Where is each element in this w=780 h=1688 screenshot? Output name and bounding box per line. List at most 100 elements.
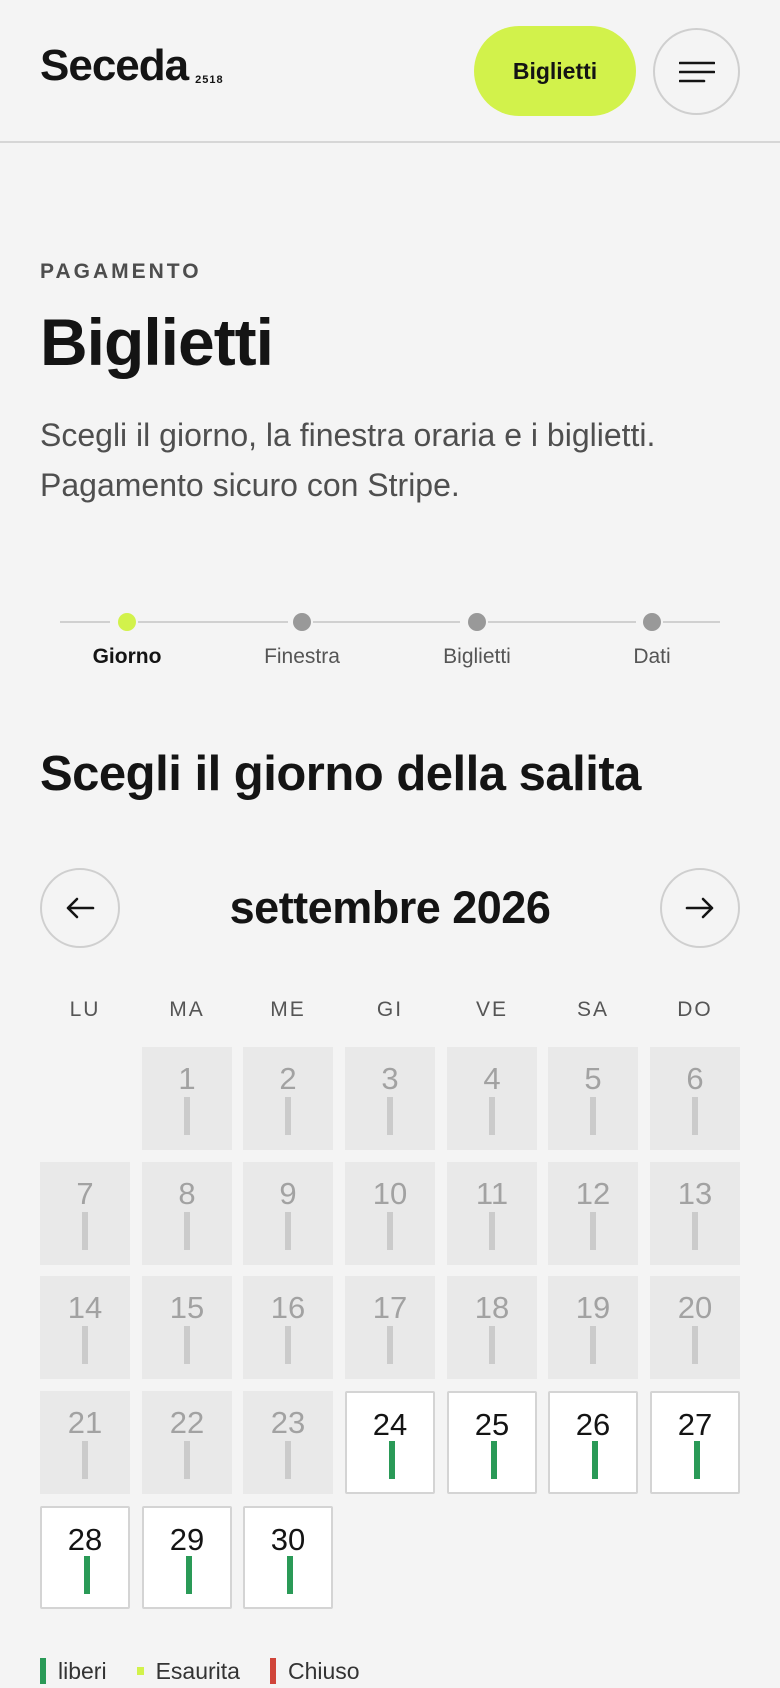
calendar-day-disabled: 8 — [142, 1162, 232, 1265]
calendar-day-disabled: 20 — [650, 1276, 740, 1379]
logo-text: Seceda — [40, 41, 189, 90]
day-number: 13 — [677, 1176, 713, 1211]
calendar-day-disabled: 7 — [40, 1162, 130, 1265]
calendar-grid: 1 2 3 4 5 6 7 8 9 10 11 12 13 14 15 16 17 18 19 20 21 22 23 24 2… — [40, 1047, 740, 1609]
weekday-label: LU — [69, 998, 101, 1021]
day-number: 12 — [575, 1176, 611, 1211]
legend-swatch-free — [40, 1658, 46, 1684]
availability-indicator — [285, 1326, 291, 1364]
day-number: 29 — [169, 1522, 205, 1557]
availability-indicator — [387, 1212, 393, 1250]
next-month-button[interactable] — [660, 868, 740, 948]
weekday-header: LU MA ME GI VE SA DO — [40, 998, 740, 1028]
calendar-day-disabled: 14 — [40, 1276, 130, 1379]
availability-indicator — [184, 1212, 190, 1250]
availability-indicator — [285, 1441, 291, 1479]
weekday-label: VE — [475, 998, 508, 1021]
calendar-day-disabled: 5 — [548, 1047, 638, 1150]
availability-indicator — [82, 1212, 88, 1250]
day-number: 3 — [381, 1061, 399, 1096]
arrow-right-icon — [685, 897, 714, 919]
weekday-label: ME — [270, 998, 306, 1021]
availability-indicator — [285, 1212, 291, 1250]
day-number: 10 — [372, 1176, 408, 1211]
availability-indicator — [590, 1212, 596, 1250]
availability-indicator — [285, 1097, 291, 1135]
calendar-day-available[interactable]: 24 — [345, 1391, 435, 1494]
weekday-label: GI — [376, 998, 404, 1021]
calendar-day-disabled: 15 — [142, 1276, 232, 1379]
availability-indicator — [692, 1097, 698, 1135]
calendar-day-disabled: 17 — [345, 1276, 435, 1379]
calendar-day-disabled: 16 — [243, 1276, 333, 1379]
calendar-day-disabled: 22 — [142, 1391, 232, 1494]
day-number: 23 — [270, 1405, 306, 1440]
page-subtitle: Scegli il giorno, la finestra oraria e i… — [40, 417, 656, 503]
calendar-day-disabled: 23 — [243, 1391, 333, 1494]
calendar-day-available[interactable]: 30 — [243, 1506, 333, 1609]
booking-stepper: Giorno Finestra Biglietti Dati — [60, 596, 720, 676]
step-dati[interactable]: Dati — [567, 596, 737, 669]
availability-indicator — [694, 1441, 700, 1479]
availability-indicator — [590, 1326, 596, 1364]
calendar-day-disabled: 4 — [447, 1047, 537, 1150]
day-number: 4 — [483, 1061, 501, 1096]
availability-indicator — [184, 1097, 190, 1135]
day-number: 14 — [67, 1290, 103, 1325]
calendar-day-disabled: 1 — [142, 1047, 232, 1150]
logo[interactable]: Seceda 2518 — [40, 44, 224, 88]
calendar-day-disabled: 13 — [650, 1162, 740, 1265]
availability-indicator — [489, 1326, 495, 1364]
step-giorno[interactable]: Giorno — [42, 596, 212, 669]
calendar-day-available[interactable]: 29 — [142, 1506, 232, 1609]
menu-button[interactable] — [653, 28, 740, 115]
day-number: 5 — [584, 1061, 602, 1096]
day-number: 6 — [686, 1061, 704, 1096]
day-number: 8 — [178, 1176, 196, 1211]
weekday-label: MA — [169, 998, 205, 1021]
legend-label: liberi — [58, 1657, 107, 1684]
previous-month-button[interactable] — [40, 868, 120, 948]
calendar-day-disabled: 18 — [447, 1276, 537, 1379]
page-title: Biglietti — [40, 305, 274, 379]
tickets-button[interactable]: Biglietti — [474, 26, 636, 116]
day-number: 18 — [474, 1290, 510, 1325]
day-number: 27 — [677, 1407, 713, 1442]
step-biglietti[interactable]: Biglietti — [392, 596, 562, 669]
availability-indicator — [387, 1326, 393, 1364]
day-number: 22 — [169, 1405, 205, 1440]
arrow-left-icon — [66, 897, 95, 919]
hamburger-menu-icon — [678, 61, 715, 82]
day-number: 20 — [677, 1290, 713, 1325]
step-finestra[interactable]: Finestra — [217, 596, 387, 669]
day-number: 30 — [270, 1522, 306, 1557]
calendar-day-available[interactable]: 25 — [447, 1391, 537, 1494]
calendar-section-title: Scegli il giorno della salita — [40, 747, 641, 801]
day-number: 25 — [474, 1407, 510, 1442]
legend-label: Esaurita — [155, 1657, 240, 1684]
weekday-label: DO — [677, 998, 713, 1021]
day-number: 9 — [279, 1176, 297, 1211]
day-number: 26 — [575, 1407, 611, 1442]
availability-indicator — [184, 1326, 190, 1364]
day-number: 24 — [372, 1407, 408, 1442]
availability-indicator — [491, 1441, 497, 1479]
step-label: Biglietti — [443, 645, 511, 668]
month-label: settembre 2026 — [229, 882, 551, 933]
legend-item-free: liberi — [40, 1658, 107, 1685]
day-number: 7 — [76, 1176, 94, 1211]
step-label: Giorno — [92, 645, 162, 668]
calendar-day-available[interactable]: 26 — [548, 1391, 638, 1494]
availability-indicator — [489, 1212, 495, 1250]
day-number: 15 — [169, 1290, 205, 1325]
calendar-day-disabled: 12 — [548, 1162, 638, 1265]
availability-indicator — [692, 1326, 698, 1364]
calendar-day-available[interactable]: 27 — [650, 1391, 740, 1494]
calendar-day-available[interactable]: 28 — [40, 1506, 130, 1609]
availability-indicator — [82, 1326, 88, 1364]
availability-indicator — [389, 1441, 395, 1479]
calendar-day-disabled: 6 — [650, 1047, 740, 1150]
calendar-day-disabled: 19 — [548, 1276, 638, 1379]
step-dot — [293, 613, 311, 631]
availability-indicator — [489, 1097, 495, 1135]
